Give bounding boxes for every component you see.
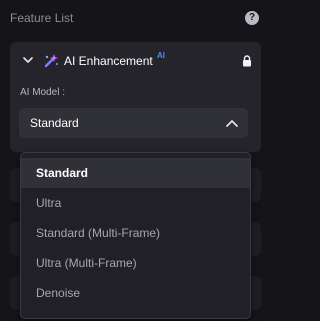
ai-enhancement-header[interactable]: AI Enhancement AI [10,42,261,80]
ai-badge: AI [157,51,165,60]
feature-list-panel: Feature List ? AI Enhancement AI AI Mode… [0,0,267,321]
ai-model-select[interactable]: Standard [19,108,248,138]
dropdown-option-standard[interactable]: Standard [21,158,250,188]
help-icon[interactable]: ? [245,11,259,25]
ai-model-selected-value: Standard [30,116,79,130]
ai-model-dropdown: Standard Ultra Standard (Multi-Frame) Ul… [20,152,251,319]
lock-icon [243,55,251,67]
dropdown-option-ultra[interactable]: Ultra [21,188,250,218]
section-title: AI Enhancement [64,54,153,68]
dropdown-option-ultra-multi-frame[interactable]: Ultra (Multi-Frame) [21,248,250,278]
ai-enhancement-section: AI Enhancement AI AI Model : Standard [10,42,261,152]
panel-title: Feature List [10,11,74,25]
chevron-up-icon[interactable] [226,119,238,127]
dropdown-option-standard-multi-frame[interactable]: Standard (Multi-Frame) [21,218,250,248]
dropdown-option-denoise[interactable]: Denoise [21,278,250,308]
ai-model-label: AI Model : [20,87,66,98]
ai-enhancement-icon [44,54,58,68]
chevron-down-icon[interactable] [23,56,33,64]
